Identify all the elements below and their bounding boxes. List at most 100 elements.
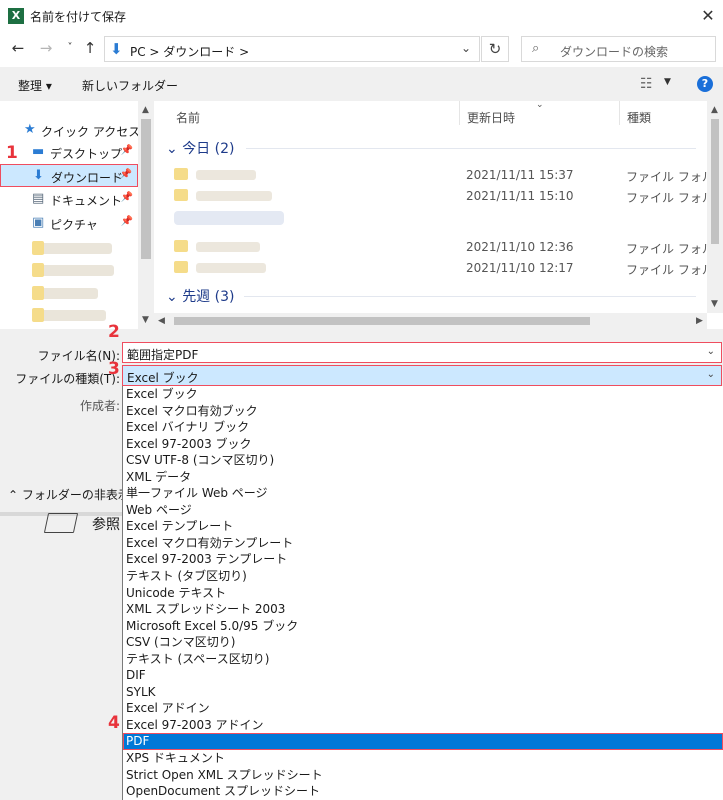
view-options-icon[interactable]: ☷ bbox=[640, 76, 653, 92]
blurred-file-name bbox=[196, 242, 260, 252]
column-divider[interactable] bbox=[619, 101, 620, 125]
group-header-last-week[interactable]: ⌄ 先週 (3) bbox=[166, 286, 234, 306]
sidebar-item-downloads[interactable]: ⬇ ダウンロード 📌 bbox=[0, 164, 138, 187]
navigation-bar: ← → ˅ ↑ ⬇ PC > ダウンロード > ⌄ ↻ ⌕ ダウンロードの検索 bbox=[0, 31, 723, 67]
filename-input[interactable]: 範囲指定PDF ⌄ bbox=[122, 342, 722, 363]
scroll-down-icon[interactable]: ▼ bbox=[142, 315, 149, 325]
browse-button[interactable]: 参照 bbox=[92, 514, 120, 534]
back-button[interactable]: ← bbox=[8, 38, 28, 58]
view-dropdown-icon[interactable]: ▼ bbox=[664, 77, 671, 87]
author-label: 作成者: bbox=[79, 399, 120, 413]
filetype-option[interactable]: Excel 97-2003 テンプレート bbox=[123, 551, 723, 568]
up-button[interactable]: ↑ bbox=[80, 38, 100, 58]
chevron-up-icon[interactable]: ⌄ bbox=[166, 289, 178, 305]
filetype-option[interactable]: Excel 97-2003 ブック bbox=[123, 436, 723, 453]
pin-icon[interactable]: 📌 bbox=[120, 169, 132, 180]
column-divider[interactable] bbox=[459, 101, 460, 125]
scroll-left-icon[interactable]: ◀ bbox=[158, 316, 165, 326]
sidebar-item-quick-access[interactable]: ★ クイック アクセス bbox=[0, 119, 140, 142]
filetype-option[interactable]: テキスト (タブ区切り) bbox=[123, 568, 723, 585]
file-list-horizontal-scrollbar[interactable]: ◀ ▶ bbox=[154, 313, 707, 329]
download-icon: ⬇ bbox=[110, 40, 123, 58]
filetype-option-selected[interactable]: PDF bbox=[123, 733, 723, 751]
new-folder-button[interactable]: 新しいフォルダー bbox=[82, 77, 178, 94]
pin-icon[interactable]: 📌 bbox=[121, 145, 133, 156]
filetype-option[interactable]: Excel ブック bbox=[123, 386, 723, 403]
filetype-option[interactable]: DIF bbox=[123, 667, 723, 684]
column-header-type[interactable]: 種類 bbox=[627, 109, 651, 126]
scroll-thumb[interactable] bbox=[174, 317, 590, 325]
filetype-option[interactable]: Excel 97-2003 アドイン bbox=[123, 717, 723, 734]
filetype-dropdown-list[interactable]: Excel ブック Excel マクロ有効ブック Excel バイナリ ブック Exc… bbox=[122, 386, 723, 800]
filetype-option[interactable]: XML スプレッドシート 2003 bbox=[123, 601, 723, 618]
column-header-date[interactable]: 更新日時 bbox=[467, 109, 515, 126]
filetype-option[interactable]: XPS ドキュメント bbox=[123, 750, 723, 767]
blurred-folder[interactable] bbox=[32, 263, 114, 277]
filetype-option[interactable]: Unicode テキスト bbox=[123, 585, 723, 602]
forward-button[interactable]: → bbox=[36, 38, 56, 58]
chevron-up-icon[interactable]: ⌄ bbox=[166, 141, 178, 157]
filetype-option[interactable]: CSV UTF-8 (コンマ区切り) bbox=[123, 452, 723, 469]
hide-folders-label: フォルダーの非表示 bbox=[21, 488, 130, 502]
file-list-vertical-scrollbar[interactable]: ▲ ▼ bbox=[707, 101, 723, 313]
group-divider bbox=[246, 148, 696, 149]
scroll-up-icon[interactable]: ▲ bbox=[711, 105, 718, 115]
filetype-option[interactable]: Excel マクロ有効テンプレート bbox=[123, 535, 723, 552]
close-button[interactable]: ✕ bbox=[693, 0, 723, 31]
blurred-group-header[interactable] bbox=[174, 211, 284, 225]
filetype-select[interactable]: Excel ブック ⌄ bbox=[122, 365, 722, 386]
sidebar-item-documents[interactable]: ▤ ドキュメント 📌 bbox=[0, 188, 138, 211]
column-header-name[interactable]: 名前 bbox=[176, 109, 200, 126]
folder-icon[interactable] bbox=[43, 513, 79, 533]
filetype-option[interactable]: XML データ bbox=[123, 469, 723, 486]
filetype-option[interactable]: Web ページ bbox=[123, 502, 723, 519]
navigation-scrollbar[interactable]: ▲ ▼ bbox=[138, 101, 154, 329]
chevron-down-icon[interactable]: ⌄ bbox=[461, 41, 471, 55]
breadcrumb[interactable]: PC > ダウンロード > bbox=[130, 43, 249, 60]
filetype-option[interactable]: 単一ファイル Web ページ bbox=[123, 485, 723, 502]
recent-locations-button[interactable]: ˅ bbox=[60, 38, 80, 58]
pin-icon[interactable]: 📌 bbox=[121, 216, 133, 227]
sidebar-item-desktop[interactable]: ▬ デスクトップ 📌 bbox=[0, 141, 138, 164]
address-bar[interactable]: ⬇ PC > ダウンロード > ⌄ bbox=[104, 36, 480, 62]
scroll-down-icon[interactable]: ▼ bbox=[711, 299, 718, 309]
search-placeholder: ダウンロードの検索 bbox=[560, 45, 669, 59]
blurred-folder[interactable] bbox=[32, 286, 98, 300]
table-row[interactable]: 2021/11/10 12:36 ファイル フォルダー bbox=[174, 237, 723, 257]
search-input[interactable]: ⌕ ダウンロードの検索 bbox=[521, 36, 716, 62]
scroll-thumb[interactable] bbox=[141, 119, 151, 259]
blurred-folder[interactable] bbox=[32, 241, 112, 255]
refresh-button[interactable]: ↻ bbox=[481, 36, 509, 62]
sidebar-item-label: ドキュメント bbox=[50, 194, 123, 208]
scroll-thumb[interactable] bbox=[711, 119, 719, 244]
scroll-up-icon[interactable]: ▲ bbox=[142, 105, 149, 115]
sidebar-item-pictures[interactable]: ▣ ピクチャ 📌 bbox=[0, 212, 138, 235]
group-header-today[interactable]: ⌄ 今日 (2) bbox=[166, 138, 234, 158]
desktop-icon: ▬ bbox=[32, 144, 45, 159]
filetype-option[interactable]: Excel アドイン bbox=[123, 700, 723, 717]
filetype-option[interactable]: Strict Open XML スプレッドシート bbox=[123, 767, 723, 784]
sidebar-item-label: デスクトップ bbox=[50, 147, 123, 161]
filetype-label: ファイルの種類(T): bbox=[15, 372, 120, 386]
hide-folders-button[interactable]: ⌃ フォルダーの非表示 bbox=[8, 486, 130, 503]
table-row[interactable]: 2021/11/11 15:10 ファイル フォルダー bbox=[174, 186, 723, 206]
chevron-down-icon[interactable]: ⌄ bbox=[707, 346, 715, 357]
pin-icon[interactable]: 📌 bbox=[121, 192, 133, 203]
filetype-option[interactable]: Microsoft Excel 5.0/95 ブック bbox=[123, 618, 723, 635]
scroll-right-icon[interactable]: ▶ bbox=[696, 316, 703, 326]
filetype-option[interactable]: SYLK bbox=[123, 684, 723, 701]
row-date: 2021/11/11 15:10 bbox=[466, 189, 574, 203]
blurred-folder[interactable] bbox=[32, 308, 106, 322]
chevron-down-icon[interactable]: ⌄ bbox=[707, 369, 715, 380]
file-list: 名前 ⌄ 更新日時 種類 ⌄ 今日 (2) 2021/11/11 15:37 フ… bbox=[154, 101, 723, 329]
table-row[interactable]: 2021/11/11 15:37 ファイル フォルダー bbox=[174, 165, 723, 185]
filetype-option[interactable]: Excel マクロ有効ブック bbox=[123, 403, 723, 420]
filetype-option[interactable]: テキスト (スペース区切り) bbox=[123, 651, 723, 668]
filetype-option[interactable]: Excel バイナリ ブック bbox=[123, 419, 723, 436]
filetype-option[interactable]: OpenDocument スプレッドシート bbox=[123, 783, 723, 800]
help-icon[interactable]: ? bbox=[697, 76, 713, 92]
table-row[interactable]: 2021/11/10 12:17 ファイル フォルダー bbox=[174, 258, 723, 278]
filetype-option[interactable]: Excel テンプレート bbox=[123, 518, 723, 535]
organize-button[interactable]: 整理 ▾ bbox=[18, 77, 52, 94]
filetype-option[interactable]: CSV (コンマ区切り) bbox=[123, 634, 723, 651]
